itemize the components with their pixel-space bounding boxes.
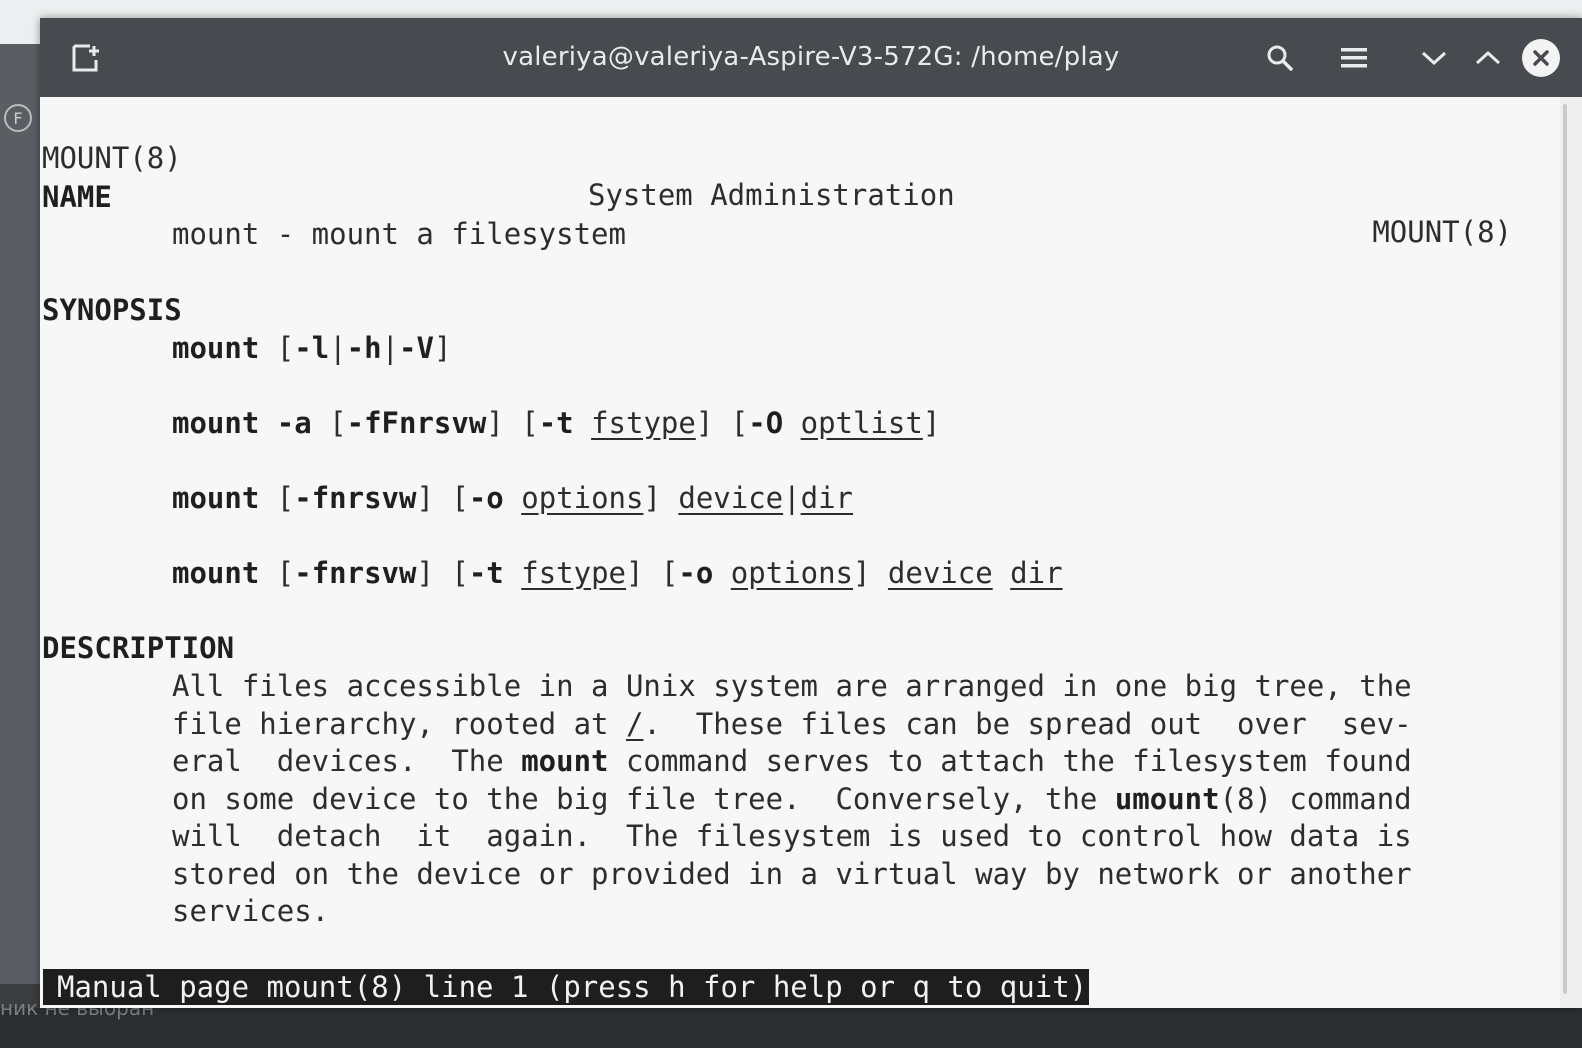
close-icon[interactable] <box>1522 39 1560 77</box>
description-heading: DESCRIPTION <box>42 631 235 665</box>
desc-line: stored on the device or provided in a vi… <box>172 857 1412 891</box>
hamburger-menu-icon[interactable] <box>1336 40 1372 76</box>
chevron-up-icon[interactable] <box>1470 40 1506 76</box>
synopsis-line-3: mount [-fnrsvw] [-o options] device|dir <box>172 481 853 515</box>
title-bar[interactable]: valeriya@valeriya-Aspire-V3-572G: /home/… <box>40 18 1582 97</box>
man-header-right: MOUNT(8) <box>1372 215 1512 249</box>
man-header-center: System Administration <box>588 178 955 212</box>
synopsis-heading: SYNOPSIS <box>42 293 182 327</box>
desc-line: on some device to the big file tree. Con… <box>172 782 1412 816</box>
desc-line: All files accessible in a Unix system ar… <box>172 669 1412 703</box>
panel-f-icon[interactable]: F <box>4 104 32 132</box>
terminal-content[interactable]: MOUNT(8) System Administration MOUNT(8) … <box>40 97 1560 1008</box>
desc-line: eral devices. The mount command serves t… <box>172 744 1412 778</box>
desc-line: file hierarchy, rooted at /. These files… <box>172 707 1412 741</box>
desktop-left-panel: F <box>0 44 40 984</box>
chevron-down-icon[interactable] <box>1416 40 1452 76</box>
pager-status-line: Manual page mount(8) line 1 (press h for… <box>43 969 1090 1005</box>
synopsis-line-4: mount [-fnrsvw] [-t fstype] [-o options]… <box>172 556 1063 590</box>
search-icon[interactable] <box>1262 40 1298 76</box>
desktop-bottom-bar <box>0 1008 1582 1048</box>
name-heading: NAME <box>42 180 112 214</box>
synopsis-line-2: mount -a [-fFnrsvw] [-t fstype] [-O optl… <box>172 406 941 440</box>
scrollbar-thumb[interactable] <box>1563 104 1567 994</box>
desc-line: services. <box>172 894 330 928</box>
desc-line: will detach it again. The filesystem is … <box>172 819 1412 853</box>
man-header-left: MOUNT(8) <box>42 141 182 175</box>
name-text: mount - mount a filesystem <box>172 217 626 251</box>
terminal-window: valeriya@valeriya-Aspire-V3-572G: /home/… <box>40 18 1582 1008</box>
synopsis-line-1: mount [-l|-h|-V] <box>172 331 452 365</box>
man-header: MOUNT(8) System Administration MOUNT(8) <box>42 103 1512 288</box>
